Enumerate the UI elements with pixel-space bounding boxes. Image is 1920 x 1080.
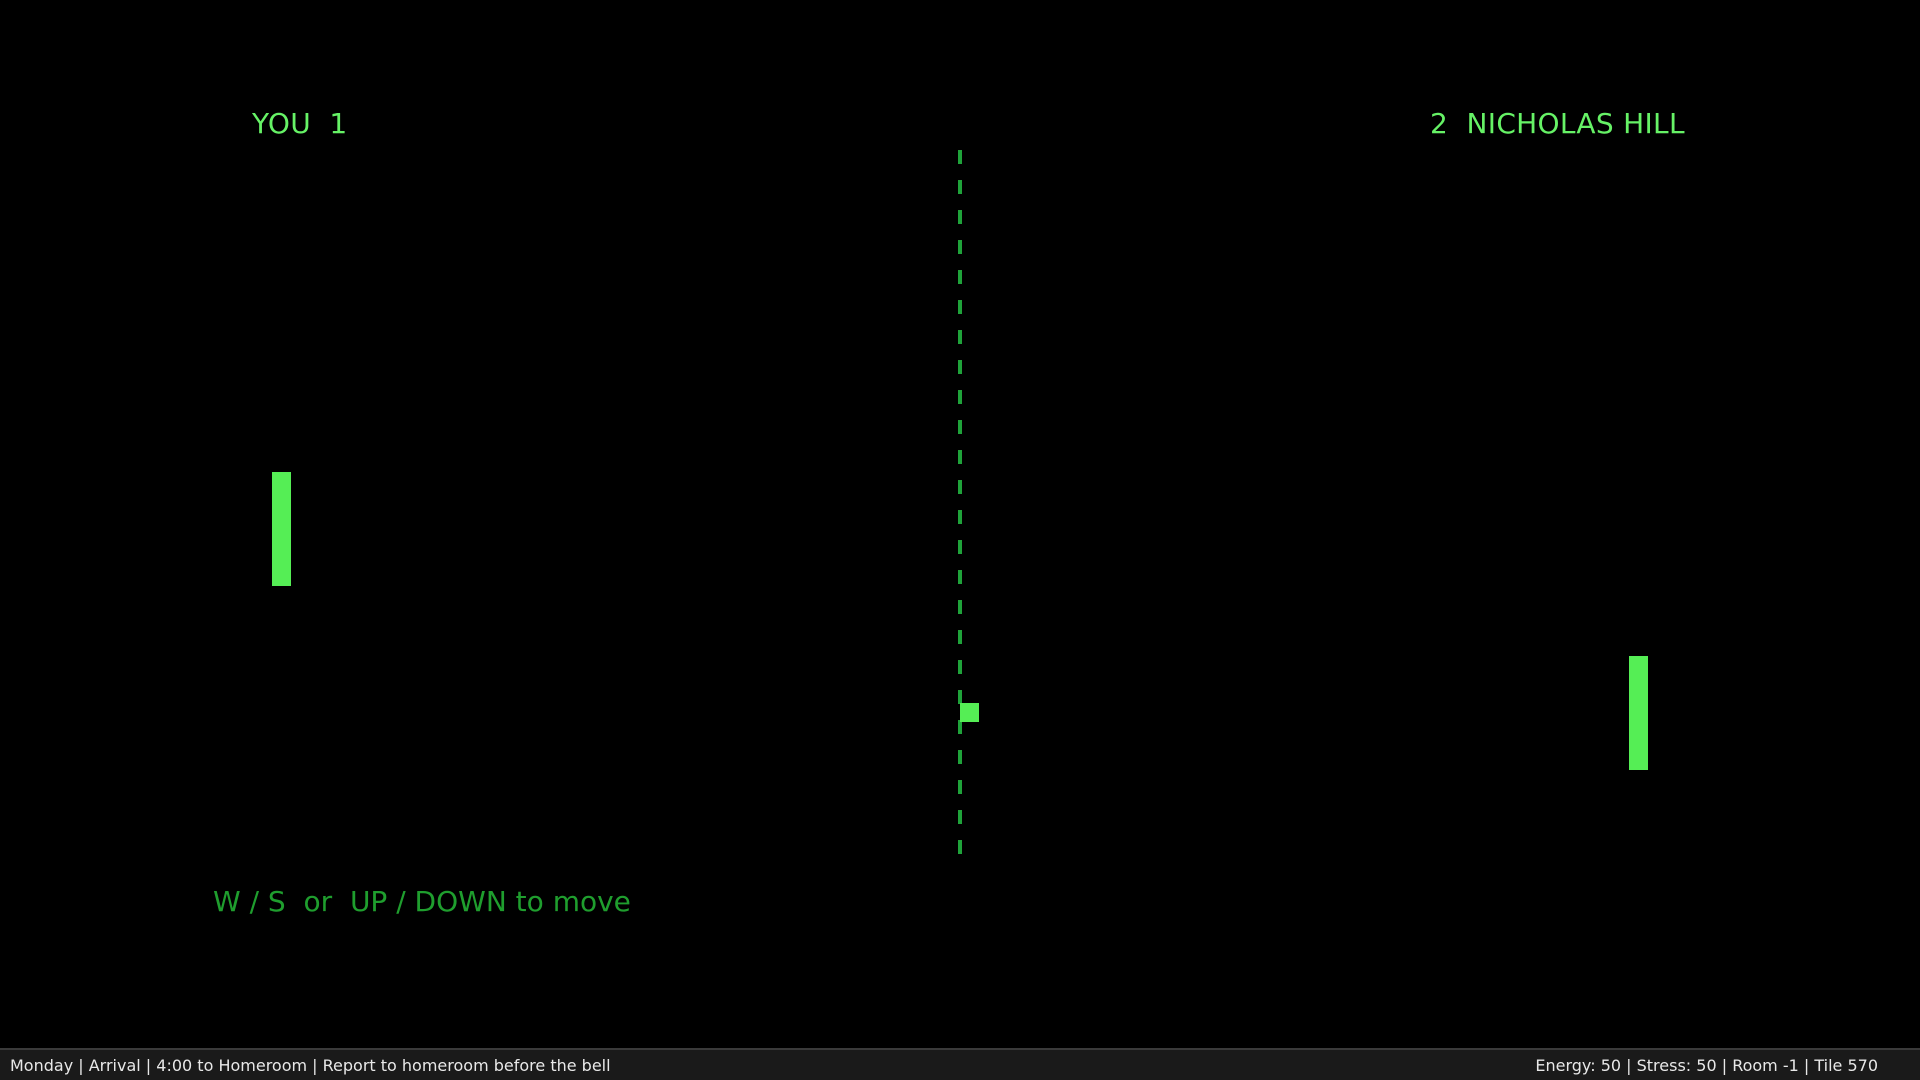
center-net	[958, 150, 962, 858]
player-score: YOU 1	[252, 107, 348, 140]
status-bar-schedule: Monday | Arrival | 4:00 to Homeroom | Re…	[10, 1055, 611, 1075]
ball	[960, 703, 979, 722]
status-bar-stats: Energy: 50 | Stress: 50 | Room -1 | Tile…	[1535, 1055, 1878, 1075]
player-paddle	[272, 472, 291, 586]
opponent-score: 2 NICHOLAS HILL	[1430, 107, 1685, 140]
opponent-paddle	[1629, 656, 1648, 770]
status-bar: Monday | Arrival | 4:00 to Homeroom | Re…	[0, 1048, 1920, 1080]
pong-game-area[interactable]: YOU 1 2 NICHOLAS HILL W / S or UP / DOWN…	[0, 0, 1920, 1048]
controls-hint: W / S or UP / DOWN to move	[213, 885, 631, 918]
